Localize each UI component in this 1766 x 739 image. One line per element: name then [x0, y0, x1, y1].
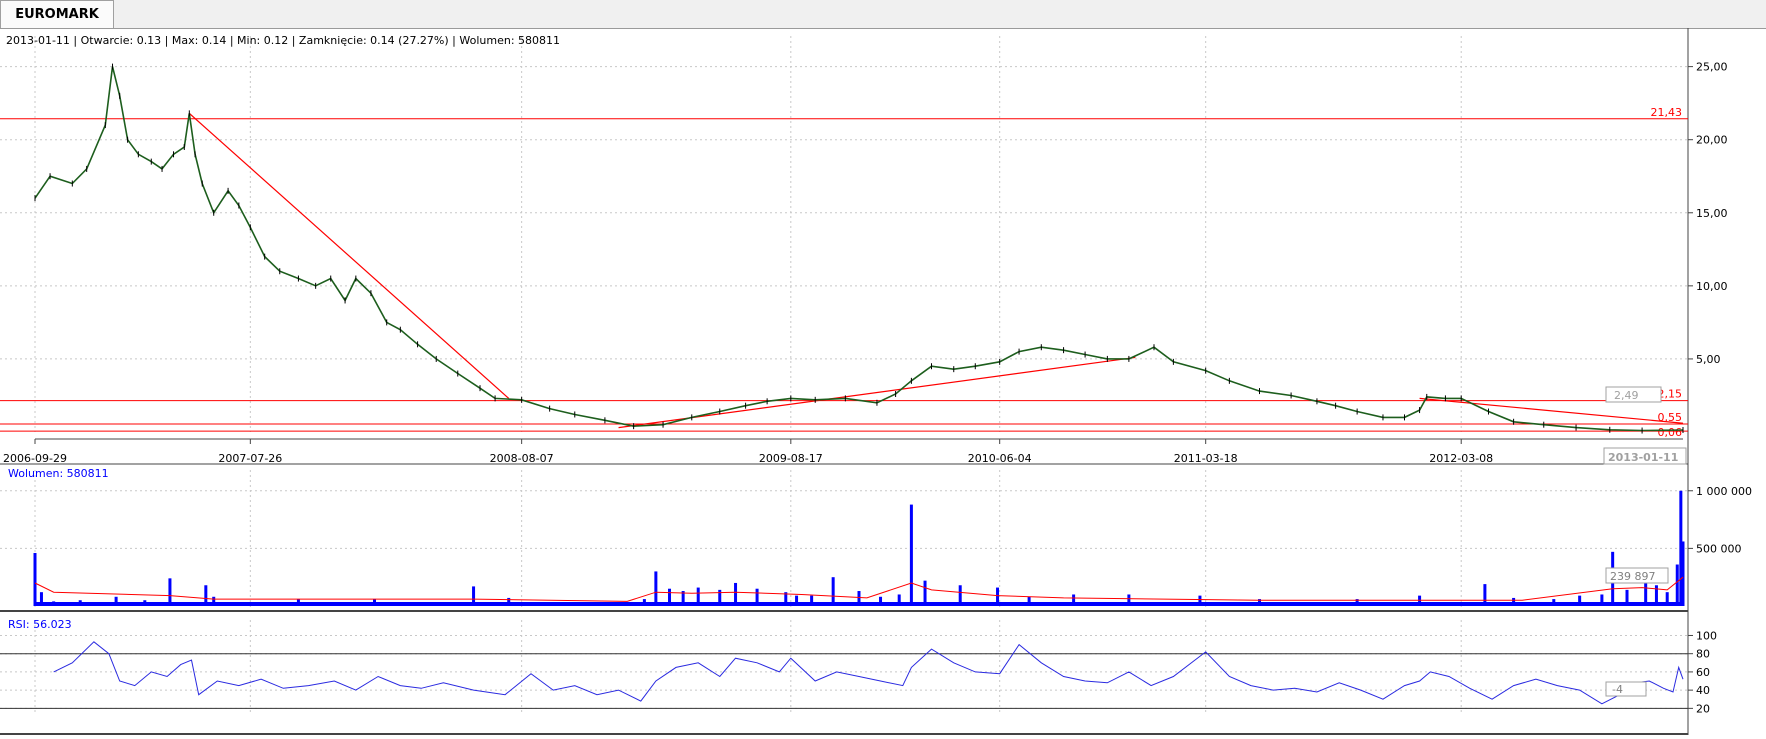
date-tick-label-2: 2008-08-07: [490, 452, 554, 465]
price-y-tick-label-1: 20,00: [1696, 134, 1728, 147]
date-tick-label-4: 2010-06-04: [968, 452, 1032, 465]
price-y-tick-label-3: 10,00: [1696, 280, 1728, 293]
rsi-line: [53, 641, 1684, 705]
date-tick-label-6: 2012-03-08: [1429, 452, 1493, 465]
volume-y-tick-label-0: 1 000 000: [1696, 485, 1752, 498]
trend-lines[interactable]: [188, 112, 1684, 429]
rsi-panel: RSI: 56.023 100 80 60 40 20 -4: [0, 618, 1717, 715]
rsi-y-tick-label-4: 20: [1696, 702, 1710, 715]
date-tick-label-5: 2011-03-18: [1174, 452, 1238, 465]
volume-bar: [1681, 541, 1685, 606]
level-label-0: 21,43: [1651, 106, 1683, 119]
rsi-y-axis: 100 80 60 40 20: [1688, 629, 1717, 715]
stock-chart[interactable]: 2013-01-11 | Otwarcie: 0.13 | Max: 0.14 …: [0, 0, 1766, 739]
volume-bar: [168, 578, 172, 606]
volume-bar: [33, 552, 37, 606]
price-y-tick-label-4: 5,00: [1696, 353, 1721, 366]
volume-bar: [654, 571, 658, 606]
volume-title: Wolumen: 580811: [8, 467, 109, 480]
date-tick-label-0: 2006-09-29: [3, 452, 67, 465]
trend-line-0[interactable]: [188, 112, 510, 399]
volume-y-axis: 1 000 000 500 000: [1688, 485, 1752, 555]
volume-bar: [831, 577, 835, 606]
rsi-title: RSI: 56.023: [8, 618, 72, 631]
price-y-tick-label-0: 25,00: [1696, 61, 1728, 74]
grid: [0, 28, 1689, 735]
date-tick-label-1: 2007-07-26: [218, 452, 282, 465]
info-line: 2013-01-11 | Otwarcie: 0.13 | Max: 0.14 …: [6, 34, 560, 47]
rsi-y-tick-label-2: 60: [1696, 666, 1710, 679]
rsi-current-label: -4: [1612, 683, 1623, 696]
last-date-label: 2013-01-11: [1608, 451, 1678, 464]
volume-average-polyline: [34, 576, 1684, 602]
date-tick-label-3: 2009-08-17: [759, 452, 823, 465]
volume-bar: [909, 504, 913, 606]
rsi-y-tick-label-3: 40: [1696, 684, 1710, 697]
price-line: [34, 66, 1684, 432]
level-label-3: 0,06: [1658, 426, 1683, 439]
volume-current-label: 239 897: [1610, 570, 1656, 583]
rsi-series: [53, 641, 1684, 705]
volume-y-tick-label-1: 500 000: [1696, 542, 1742, 555]
volume-bar: [1675, 564, 1679, 606]
volume-baseline-band: [35, 602, 1683, 606]
current-price-label: 2,49: [1614, 389, 1639, 402]
price-y-tick-label-2: 15,00: [1696, 207, 1728, 220]
rsi-y-tick-label-1: 80: [1696, 648, 1710, 661]
rsi-y-tick-label-0: 100: [1696, 629, 1717, 642]
price-y-axis: 25,00 20,00 15,00 10,00 5,00: [1688, 61, 1728, 366]
volume-average-line: [34, 576, 1684, 602]
price-panel: 2013-01-11 | Otwarcie: 0.13 | Max: 0.14 …: [0, 34, 1728, 465]
date-axis: 2006-09-29 2007-07-26 2008-08-07 2009-08-17…: [3, 439, 1493, 465]
volume-panel: Wolumen: 580811 1 000 000 500 000 239 897: [8, 467, 1752, 606]
horizontal-levels[interactable]: 21,432,150,550,06: [0, 106, 1688, 439]
